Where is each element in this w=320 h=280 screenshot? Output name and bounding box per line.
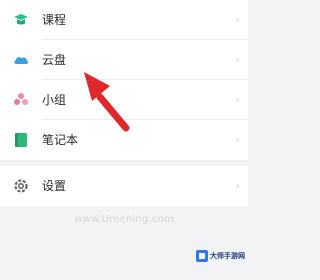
chevron-right-icon: › [235, 53, 240, 66]
menu-item-label: 云盘 [42, 53, 67, 67]
chevron-right-icon: › [235, 93, 240, 106]
menu-item-notebook[interactable]: 笔记本 › [0, 120, 248, 160]
logo-title: 大师手游网 [210, 251, 245, 260]
menu-list: 课程 › 云盘 › 小组 › 笔记本 › [0, 0, 248, 160]
menu-item-label: 课程 [42, 13, 67, 27]
menu-item-group[interactable]: 小组 › [0, 80, 248, 120]
site-logo: 大师手游网 [196, 250, 245, 262]
graduation-cap-icon [12, 11, 30, 29]
gear-icon [12, 177, 30, 195]
chevron-right-icon: › [235, 133, 240, 146]
menu-item-label: 设置 [42, 179, 67, 193]
menu-item-course[interactable]: 课程 › [0, 0, 248, 40]
menu-item-label: 小组 [42, 93, 67, 107]
chevron-right-icon: › [235, 13, 240, 26]
notebook-icon [12, 131, 30, 149]
watermark-text: www.Uroening.com [74, 214, 174, 225]
menu-item-settings[interactable]: 设置 › [0, 166, 248, 206]
cloud-icon [12, 51, 30, 69]
settings-group: 设置 › [0, 166, 248, 206]
group-icon [12, 91, 30, 109]
chevron-right-icon: › [235, 179, 240, 192]
menu-item-cloud-drive[interactable]: 云盘 › [0, 40, 248, 80]
menu-item-label: 笔记本 [42, 133, 79, 147]
logo-mark-icon [196, 250, 208, 262]
